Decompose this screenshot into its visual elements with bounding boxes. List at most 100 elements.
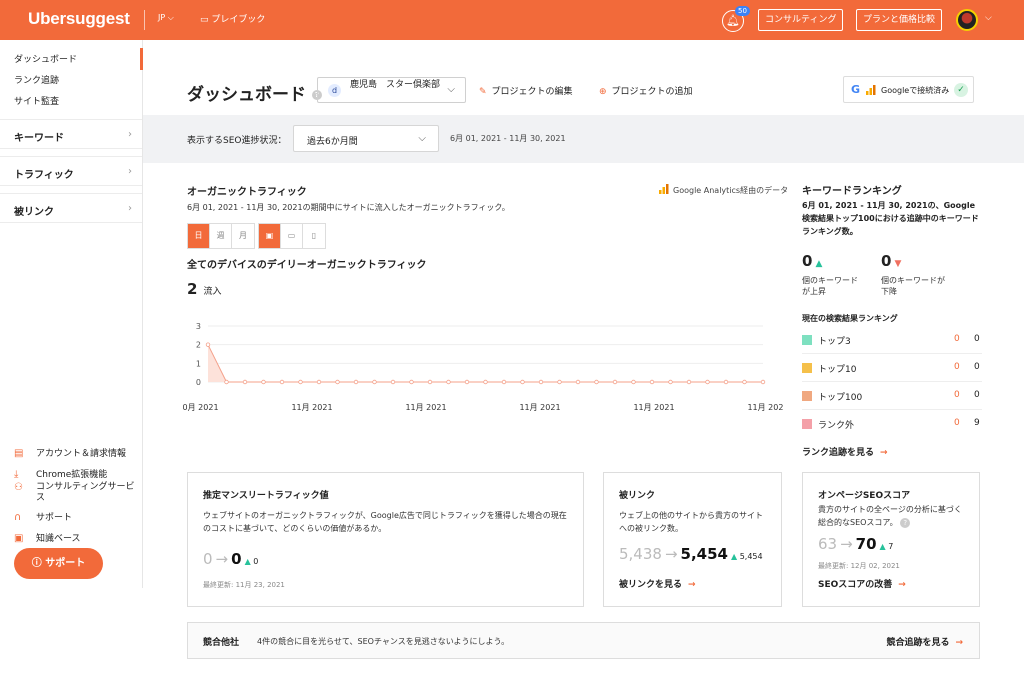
project-select[interactable]: d 鹿児島 スター倶楽部 ⌵ <box>317 77 466 103</box>
ranking-change: 0 <box>954 418 960 428</box>
data-point <box>353 379 359 385</box>
sidebar-item-consulting[interactable]: ⚇ コンサルティングサービス <box>14 482 138 504</box>
period-select-value: 過去6か月間 <box>307 137 358 147</box>
ranking-count: 9 <box>974 418 980 428</box>
traffic-value-card: 推定マンスリートラフィック値 ウェブサイトのオーガニックトラフィックが、Goog… <box>187 472 584 607</box>
language-select[interactable]: JP ⌵ <box>158 13 174 23</box>
keywords-up-label: 個のキーワードが上昇 <box>802 276 858 296</box>
pricing-button[interactable]: プランと価格比較 <box>856 9 943 31</box>
old-value: 63 <box>818 535 838 553</box>
sidebar-section-traffic[interactable]: トラフィック › <box>0 156 142 186</box>
delta: ▲ 7 <box>880 542 894 551</box>
backlinks-link[interactable]: 被リンクを見る → <box>619 577 696 590</box>
add-project-label: プロジェクトの追加 <box>611 87 693 97</box>
data-point <box>316 379 322 385</box>
arrow-right-icon: → <box>215 550 229 568</box>
x-tick-label: 11月 2021 <box>633 403 674 412</box>
ranking-row: トップ100 0 0 <box>802 382 982 410</box>
new-value: 5,454 <box>680 545 728 563</box>
sidebar-item-support[interactable]: ∩ サポート <box>14 510 72 523</box>
ranking-change: 0 <box>954 362 960 372</box>
data-point <box>557 379 562 385</box>
new-value: 70 <box>855 535 877 553</box>
ranking-label: トップ3 <box>818 337 851 347</box>
desktop-icon[interactable]: ▭ <box>281 224 303 248</box>
chevron-right-icon: › <box>128 166 132 177</box>
sidebar-item-label: Chrome拡張機能 <box>36 470 108 480</box>
credit-card-icon: ▤ <box>14 448 24 459</box>
triangle-up-icon: ▲ <box>730 552 738 561</box>
support-button[interactable]: ⓘ サポート <box>14 548 103 579</box>
x-tick-label: 11月 2021 <box>405 403 446 412</box>
data-point <box>205 342 211 347</box>
data-point <box>668 379 673 385</box>
data-point <box>594 379 599 385</box>
sidebar-item-label: アカウント＆請求情報 <box>36 449 127 459</box>
edit-project-button[interactable]: ✎ プロジェクトの編集 <box>479 84 573 97</box>
sidebar-section-backlinks[interactable]: 被リンク › <box>0 193 142 223</box>
ranking-label: トップ100 <box>818 393 863 403</box>
backlinks-card: 被リンク ウェブ上の他のサイトから貴方のサイトへの被リンク数。 5,438 → 5,… <box>603 472 782 607</box>
help-icon[interactable]: ? <box>900 517 911 528</box>
competitors-link[interactable]: 競合追跡を見る → <box>886 635 963 648</box>
ranking-row: トップ3 0 0 <box>802 326 982 354</box>
google-connected-button[interactable]: G Googleで接続済み ✓ <box>843 76 974 103</box>
y-tick-label: 2 <box>196 341 201 350</box>
period-day-button[interactable]: 日 <box>188 224 210 248</box>
mobile-icon[interactable]: ▯ <box>303 224 325 248</box>
sidebar-section-label: キーワード <box>14 133 64 144</box>
data-point <box>464 379 470 385</box>
onpage-seo-card: オンページSEOスコア 貴方のサイトの全ページの分析に基づく総合的なSEOスコア… <box>802 472 980 607</box>
card-desc: ウェブサイトのオーガニックトラフィックが、Google広告で同じトラフィックを獲… <box>203 511 567 533</box>
period-week-button[interactable]: 週 <box>210 224 232 248</box>
data-point <box>612 379 618 385</box>
avatar[interactable] <box>956 9 978 31</box>
visits-label: 流入 <box>203 287 222 297</box>
all-devices-icon[interactable]: ▣ <box>259 224 281 248</box>
sidebar-item-dashboard[interactable]: ダッシュボード <box>14 52 77 65</box>
organic-traffic-title: オーガニックトラフィック <box>187 187 307 198</box>
data-point <box>390 379 396 385</box>
sidebar-section-keywords[interactable]: キーワード › <box>0 119 142 149</box>
page-title: ダッシュボード ? <box>187 80 322 105</box>
arrow-right-icon: → <box>880 448 888 458</box>
pencil-icon: ✎ <box>479 87 487 97</box>
rank-tracking-link-label: ランク追跡を見る <box>802 448 875 458</box>
ranking-count: 0 <box>974 390 980 400</box>
chevron-right-icon: › <box>128 203 132 214</box>
sidebar-item-site-audit[interactable]: サイト監査 <box>14 94 59 107</box>
sidebar-item-rank-tracking[interactable]: ランク追跡 <box>14 73 59 86</box>
support-button-label: サポート <box>45 558 86 569</box>
sidebar-item-knowledge-base[interactable]: ▣ 知識ベース <box>14 531 81 544</box>
sidebar-item-account[interactable]: ▤ アカウント＆請求情報 <box>14 446 126 459</box>
book-icon: ▣ <box>14 533 24 544</box>
playbook-link[interactable]: ▭ プレイブック <box>200 12 265 25</box>
data-point <box>427 379 433 385</box>
delta: ▲ 0 <box>245 557 259 566</box>
period-month-button[interactable]: 月 <box>232 224 254 248</box>
data-point <box>705 379 710 385</box>
card-title: オンページSEOスコア <box>818 491 911 501</box>
period-select[interactable]: 過去6か月間 ⌵ <box>293 125 439 152</box>
improve-seo-link[interactable]: SEOスコアの改善 → <box>818 577 906 590</box>
data-point <box>242 379 248 385</box>
sidebar-item-label: 知識ベース <box>36 534 81 544</box>
chevron-down-icon[interactable]: ⌵ <box>985 13 992 23</box>
visits-count: 2 <box>187 280 198 298</box>
keywords-up-value: 0 <box>802 252 813 270</box>
x-tick-label: 10月 2021 <box>183 403 219 412</box>
current-ranking-title: 現在の検索結果ランキング <box>802 314 898 323</box>
consulting-button[interactable]: コンサルティング <box>758 9 844 31</box>
last-updated: 最終更新: 12月 02, 2021 <box>818 562 900 570</box>
add-project-button[interactable]: ⊕ プロジェクトの追加 <box>599 84 693 97</box>
sidebar: ダッシュボード ランク追跡 サイト監査 キーワード › トラフィック › 被リン… <box>0 40 143 588</box>
sidebar-item-chrome-extension[interactable]: ⤓ Chrome拡張機能 <box>14 467 107 480</box>
rank-tracking-link[interactable]: ランク追跡を見る → <box>802 445 888 458</box>
data-point <box>298 379 303 385</box>
help-circle-icon: ⓘ <box>31 558 42 569</box>
triangle-up-icon: ▲ <box>815 259 823 269</box>
check-icon: ✓ <box>954 83 968 97</box>
logo[interactable]: Ubersuggest <box>28 9 130 29</box>
improve-seo-link-label: SEOスコアの改善 <box>818 580 893 590</box>
arrow-right-icon: → <box>664 545 678 563</box>
